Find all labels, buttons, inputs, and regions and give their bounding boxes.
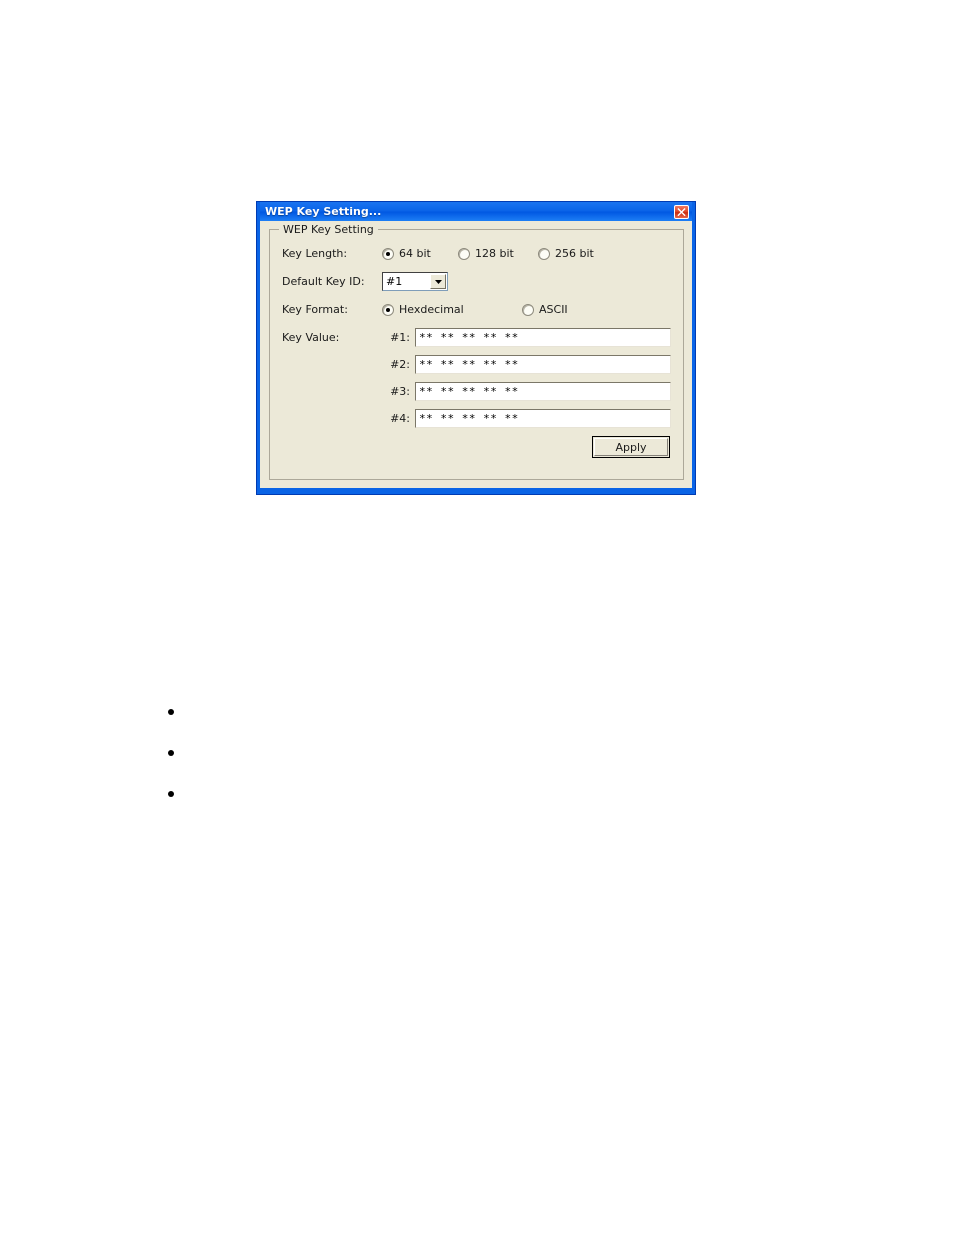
default-key-id-value: #1 — [386, 275, 403, 288]
list-item — [168, 700, 186, 741]
radio-label: ASCII — [539, 303, 568, 316]
apply-button-label: Apply — [615, 440, 647, 454]
key-value-index-4: #4: — [390, 412, 410, 425]
key-value-row-4: #4: ** ** ** ** ** — [282, 409, 671, 428]
key-value-index-1: #1: — [390, 331, 410, 344]
bullet-icon — [168, 709, 174, 715]
list-item — [168, 782, 186, 823]
radio-dot-icon — [538, 247, 550, 260]
groupbox-legend: WEP Key Setting — [279, 223, 378, 236]
radio-dot-icon — [458, 247, 470, 260]
close-icon — [677, 207, 686, 216]
close-button[interactable] — [674, 204, 689, 219]
dialog-button-row: Apply — [282, 436, 671, 458]
radio-label: 256 bit — [555, 247, 594, 260]
radio-key-length-128bit[interactable]: 128 bit — [458, 247, 538, 260]
dialog-client-area: WEP Key Setting Key Length: 64 bit 128 b… — [260, 221, 692, 488]
bullet-icon — [168, 750, 174, 756]
radio-dot-icon — [382, 247, 394, 260]
wep-key-setting-groupbox: WEP Key Setting Key Length: 64 bit 128 b… — [269, 223, 684, 480]
radio-label: 128 bit — [475, 247, 514, 260]
bullet-icon — [168, 791, 174, 797]
key-value-input-2[interactable]: ** ** ** ** ** — [415, 355, 671, 374]
chevron-down-icon[interactable] — [430, 274, 446, 289]
key-value-input-1[interactable]: ** ** ** ** ** — [415, 328, 671, 347]
key-value-input-3[interactable]: ** ** ** ** ** — [415, 382, 671, 401]
dialog-title-bar[interactable]: WEP Key Setting... — [260, 202, 692, 221]
key-value-row-3: #3: ** ** ** ** ** — [282, 382, 671, 401]
list-item — [168, 741, 186, 782]
key-length-radio-group: 64 bit 128 bit 256 bit — [382, 247, 594, 260]
default-key-id-row: Default Key ID: #1 — [282, 272, 671, 291]
key-length-label: Key Length: — [282, 247, 348, 260]
radio-dot-icon — [382, 303, 394, 316]
document-bullet-list — [168, 700, 186, 823]
radio-dot-icon — [522, 303, 534, 316]
key-value-row-2: #2: ** ** ** ** ** — [282, 355, 671, 374]
key-value-input-4[interactable]: ** ** ** ** ** — [415, 409, 671, 428]
apply-button[interactable]: Apply — [592, 436, 670, 458]
radio-label: 64 bit — [399, 247, 431, 260]
default-key-id-label: Default Key ID: — [282, 275, 365, 288]
dialog-title: WEP Key Setting... — [265, 205, 382, 218]
key-format-radio-group: Hexdecimal ASCII — [382, 303, 568, 316]
key-value-index-3: #3: — [390, 385, 410, 398]
radio-key-format-hexdecimal[interactable]: Hexdecimal — [382, 303, 522, 316]
radio-key-length-64bit[interactable]: 64 bit — [382, 247, 458, 260]
radio-label: Hexdecimal — [399, 303, 464, 316]
key-value-label: Key Value: — [282, 331, 340, 344]
key-format-row: Key Format: Hexdecimal ASCII — [282, 300, 671, 319]
key-value-row-1: Key Value: #1: ** ** ** ** ** — [282, 328, 671, 347]
apply-button-inner: Apply — [594, 438, 668, 456]
wep-key-setting-dialog: WEP Key Setting... WEP Key Setting Key L… — [256, 201, 696, 495]
key-value-index-2: #2: — [390, 358, 410, 371]
radio-key-length-256bit[interactable]: 256 bit — [538, 247, 594, 260]
key-format-label: Key Format: — [282, 303, 348, 316]
default-key-id-select[interactable]: #1 — [382, 272, 448, 291]
radio-key-format-ascii[interactable]: ASCII — [522, 303, 568, 316]
key-length-row: Key Length: 64 bit 128 bit 256 bit — [282, 244, 671, 263]
